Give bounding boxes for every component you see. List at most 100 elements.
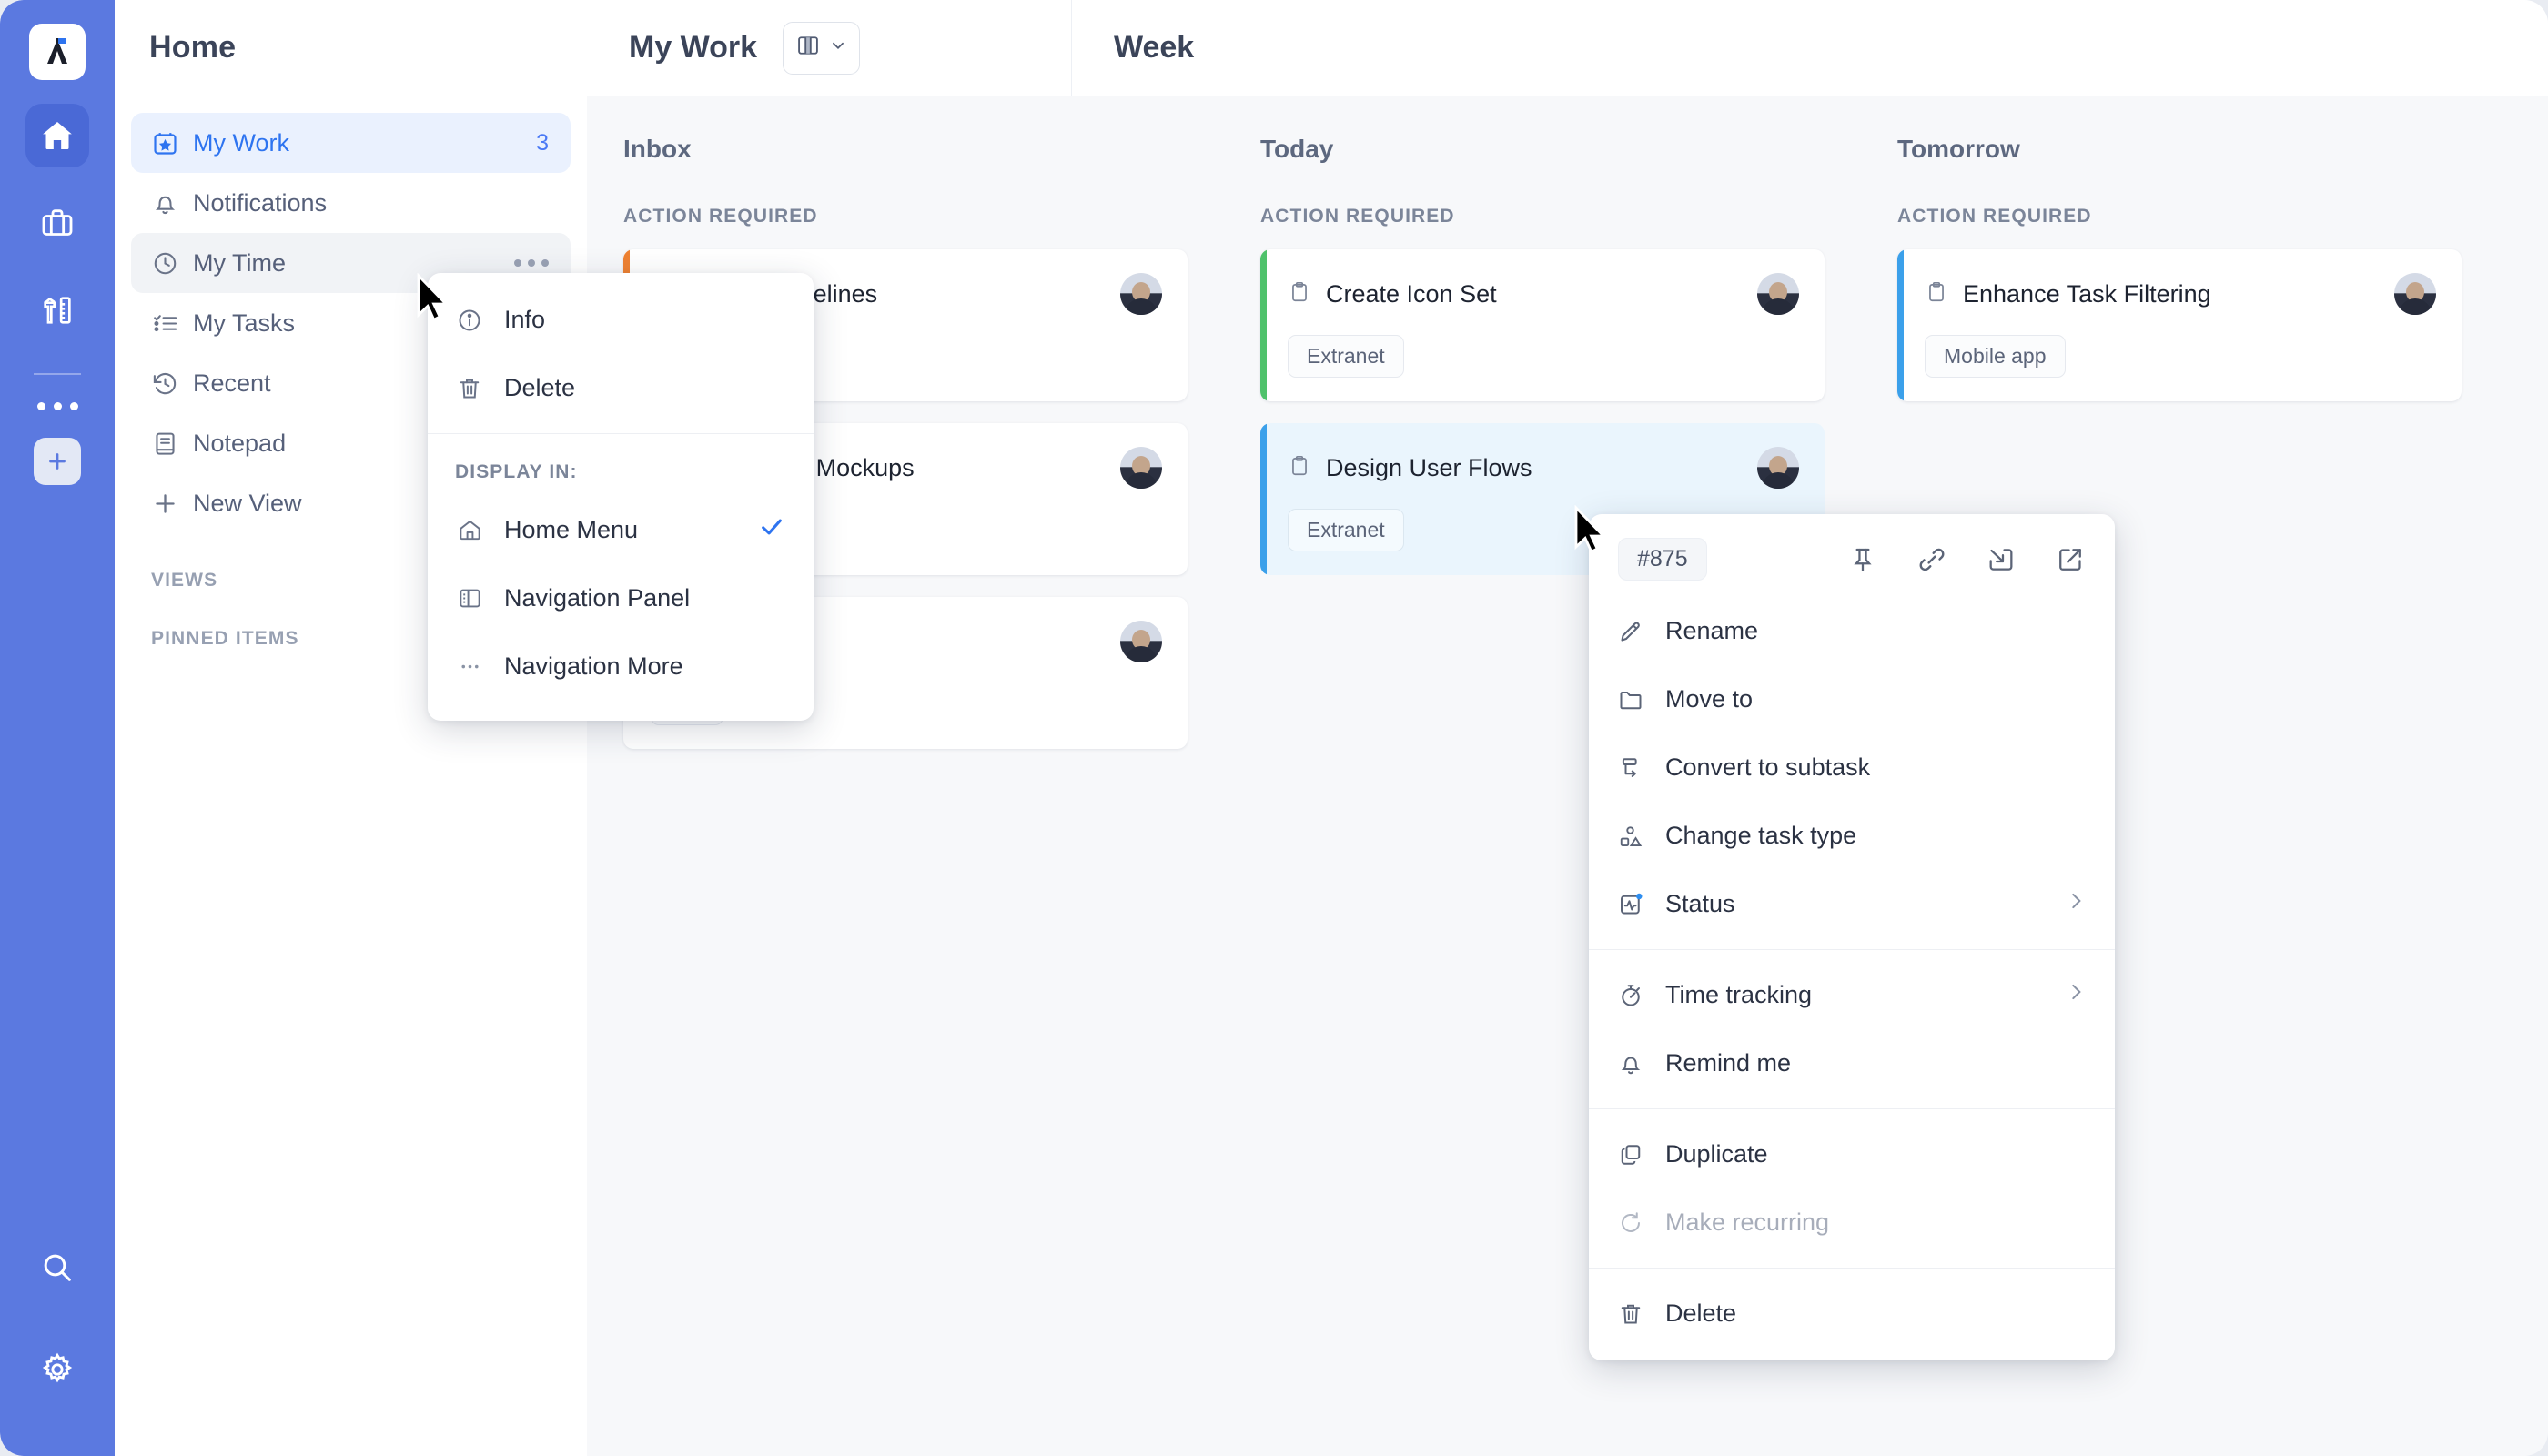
import-icon[interactable] [1986,544,2017,575]
column-title: Tomorrow [1897,135,2020,163]
sidebar: Home My Work 3 Notifications My Time My … [115,0,587,1456]
task-card[interactable]: Create Icon Set Extranet [1260,249,1825,401]
task-title: Create Icon Set [1326,279,1497,308]
avatar [1757,447,1799,489]
task-type-icon [1288,454,1311,482]
sidebar-item-label: My Tasks [193,308,296,337]
rail-item-home[interactable] [25,104,89,167]
menu-item-label: Move to [1665,685,1754,713]
menu-item-remind-me[interactable]: Remind me [1589,1029,2115,1097]
avatar [1120,447,1162,489]
task-type-icon [1288,280,1311,308]
gear-icon[interactable] [25,1338,89,1401]
notepad-icon [151,430,187,458]
sidebar-item-more-icon[interactable] [514,259,549,267]
card-accent [1260,423,1267,575]
rail-divider [34,373,81,375]
home-outline-icon [455,517,484,543]
column-title: Inbox [623,135,692,163]
chevron-right-icon [2064,889,2088,919]
tab-week[interactable]: Week [1072,0,1194,96]
folder-icon [1616,686,1645,713]
card-accent [1897,249,1904,401]
bell-icon [151,189,187,217]
menu-item-home-menu[interactable]: Home Menu [428,496,814,564]
menu-item-status[interactable]: Status [1589,870,2115,938]
sidebar-item-notifications[interactable]: Notifications [131,173,571,233]
history-icon [151,369,187,398]
task-tag: Extranet [1288,509,1404,551]
menu-item-rename[interactable]: Rename [1589,597,2115,665]
menu-item-navigation-more[interactable]: Navigation More [428,632,814,701]
task-id-badge[interactable]: #875 [1618,538,1707,581]
task-menu-header: #875 [1589,514,2115,597]
apploye-logo-icon[interactable] [29,24,86,80]
menu-item-label: Make recurring [1665,1208,1830,1236]
menu-item-move-to[interactable]: Move to [1589,665,2115,733]
menu-item-label: Duplicate [1665,1140,1768,1168]
rail-item-tools[interactable] [25,278,89,342]
external-link-icon[interactable] [2055,544,2086,575]
avatar [1120,621,1162,662]
menu-item-navigation-panel[interactable]: Navigation Panel [428,564,814,632]
column-group-label: ACTION REQUIRED [1897,206,2092,227]
chevron-right-icon [2064,980,2088,1010]
task-card[interactable]: Enhance Task Filtering Mobile app [1897,249,2462,401]
ellipsis-icon [455,653,484,680]
trash-icon [455,375,484,402]
board-view-icon [795,33,821,63]
avatar [1120,273,1162,315]
rail-item-projects[interactable] [25,191,89,255]
view-switcher-button[interactable] [783,21,861,75]
refresh-icon [1616,1209,1645,1237]
clock-icon [151,249,187,278]
menu-item-label: Delete [504,374,576,401]
checklist-icon [151,309,187,338]
menu-divider [1589,1268,2115,1269]
menu-item-label: Home Menu [504,516,639,543]
menu-divider [428,433,814,434]
tab-my-work[interactable]: My Work [587,0,1072,96]
task-tag: Extranet [1288,335,1404,378]
menu-item-label: Delete [1665,1299,1737,1327]
menu-item-label: Remind me [1665,1049,1792,1077]
menu-item-label: Status [1665,890,1735,917]
menu-item-delete[interactable]: Delete [428,354,814,422]
info-circle-icon [455,307,484,334]
card-accent [1260,249,1267,401]
convert-subtask-icon [1616,754,1645,782]
left-rail [0,0,115,1456]
sidebar-item-my-work[interactable]: My Work 3 [131,113,571,173]
plus-icon [151,490,187,518]
sidebar-item-label: Recent [193,369,271,397]
menu-item-label: Info [504,306,546,333]
sidebar-item-label: My Time [193,248,287,277]
menu-item-time-tracking[interactable]: Time tracking [1589,961,2115,1029]
status-icon [1616,891,1645,918]
menu-item-info[interactable]: Info [428,286,814,354]
panel-icon [455,585,484,612]
menu-item-convert-to-subtask[interactable]: Convert to subtask [1589,733,2115,802]
menu-section-display-in: DISPLAY IN: [455,461,578,482]
bell-icon [1616,1050,1645,1077]
copy-icon [1616,1141,1645,1168]
menu-item-delete-task[interactable]: Delete [1589,1279,2115,1348]
page-title: Home [149,30,237,65]
pin-icon[interactable] [1847,544,1878,575]
board: Inbox ACTION REQUIRED Brand Guidelines t [587,96,2548,1456]
menu-item-change-task-type[interactable]: Change task type [1589,802,2115,870]
tab-week-label: Week [1114,30,1195,65]
menu-item-label: Navigation Panel [504,584,691,612]
rail-more-icon[interactable] [36,402,78,410]
sidebar-item-label: My Work [193,128,289,157]
menu-item-duplicate[interactable]: Duplicate [1589,1120,2115,1188]
calendar-star-icon [151,129,187,157]
menu-divider [1589,1108,2115,1109]
menu-item-label: Change task type [1665,822,1857,849]
sidebar-header: Home [115,0,587,96]
search-icon[interactable] [25,1236,89,1299]
task-tag: Mobile app [1925,335,2066,378]
menu-item-label: Time tracking [1665,981,1813,1008]
link-icon[interactable] [1916,544,1947,575]
rail-add-button[interactable] [34,438,81,485]
